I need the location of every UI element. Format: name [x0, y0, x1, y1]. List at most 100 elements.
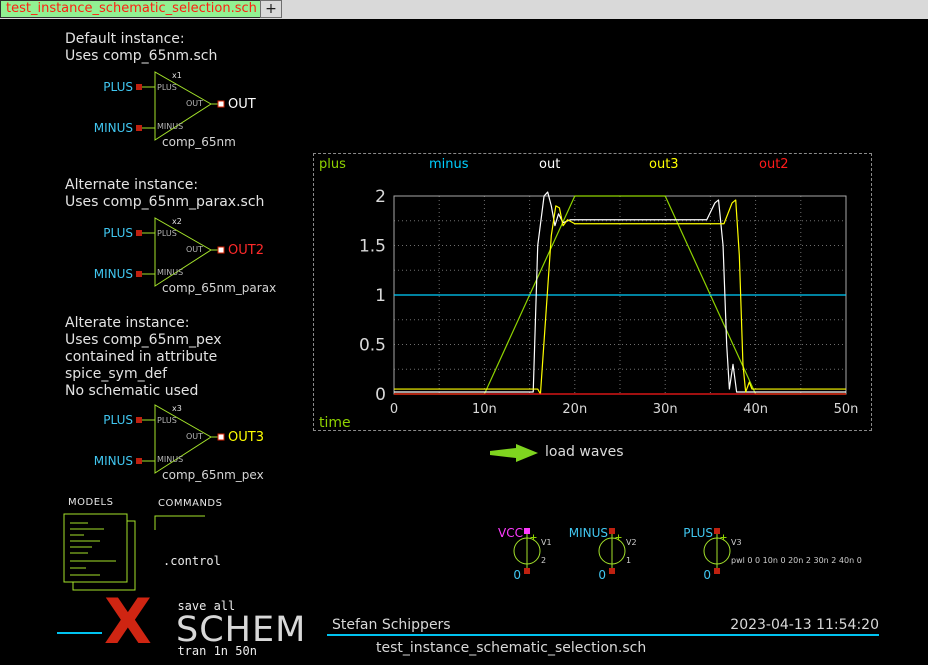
cell-name: comp_65nm: [162, 135, 236, 149]
source-designator: V1: [541, 538, 552, 547]
commands-launcher[interactable]: COMMANDS .control save all tran 1n 50n w…: [150, 496, 510, 601]
net-label-plus: PLUS: [88, 80, 133, 94]
comparator-symbol-x2[interactable]: PLUS MINUS x2 PLUS MINUS OUT OUT2 comp_6…: [100, 211, 290, 301]
gnd-net-label: 0: [699, 568, 711, 582]
source-designator: V3: [731, 538, 742, 547]
top-pin-square: [714, 528, 720, 534]
pin-name-minus: MINUS: [157, 122, 183, 131]
waveform-graph[interactable]: 0 0.5 1 1.5 2 0 10n 20n 30n 40n 50n time plus minus o…: [313, 153, 872, 431]
pin-name-out: OUT: [183, 245, 203, 254]
gnd-net-label: 0: [594, 568, 606, 582]
vsource-v3[interactable]: PLUS V3 pwl 0 0 10n 0 20n 2 30n 2 40n 0 …: [665, 525, 928, 583]
source-designator: V2: [626, 538, 637, 547]
net-label-minus: MINUS: [88, 454, 133, 468]
note-line: Uses comp_65nm.sch: [65, 48, 217, 65]
load-waves-launcher[interactable]: load waves: [488, 440, 708, 466]
bottom-pin-square: [609, 568, 615, 574]
svg-text:20n: 20n: [562, 402, 587, 417]
pin-name-minus: MINUS: [157, 455, 183, 464]
source-value: pwl 0 0 10n 0 20n 2 30n 2 40n 0: [731, 556, 862, 565]
xschem-window: test_instance_schematic_selection.sch + …: [0, 0, 928, 665]
legend-plus: plus: [319, 157, 346, 172]
titleblock-underline: [327, 634, 879, 636]
top-pin-square: [609, 528, 615, 534]
svg-text:2: 2: [375, 187, 386, 207]
tab-schematic[interactable]: test_instance_schematic_selection.sch: [0, 0, 263, 18]
source-value: 2: [541, 556, 546, 565]
cell-name: comp_65nm_parax: [162, 281, 276, 295]
gnd-net-label: 0: [509, 568, 521, 582]
xschem-logo-text: SCHEM: [176, 612, 306, 648]
x-axis-label: time: [319, 415, 351, 430]
note-line: Uses comp_65nm_pex: [65, 332, 222, 349]
svg-text:0: 0: [390, 402, 398, 417]
source-net-label: PLUS: [667, 526, 713, 540]
arrow-right-icon: [488, 442, 540, 466]
pin-name-out: OUT: [183, 432, 203, 441]
note-line: contained in attribute: [65, 349, 222, 366]
instance-note-2[interactable]: Alternate instance: Uses comp_65nm_parax…: [65, 177, 264, 211]
instance-designator: x2: [172, 217, 182, 226]
pin-name-out: OUT: [183, 99, 203, 108]
net-label-out: OUT2: [228, 243, 264, 258]
waveform-plot: 0 0.5 1 1.5 2 0 10n 20n 30n 40n 50n time: [314, 154, 871, 430]
cell-name: comp_65nm_pex: [162, 468, 264, 482]
pin-name-plus: PLUS: [157, 229, 177, 238]
plus-pin-square: [136, 417, 142, 423]
svg-text:10n: 10n: [472, 402, 497, 417]
legend-out: out: [539, 157, 560, 172]
top-pin-square: [524, 528, 530, 534]
svg-text:50n: 50n: [834, 402, 859, 417]
pin-name-plus: PLUS: [157, 416, 177, 425]
net-label-out: OUT: [228, 97, 256, 112]
code-line: .control: [163, 554, 488, 569]
instance-designator: x3: [172, 404, 182, 413]
source-value: 1: [626, 556, 631, 565]
plus-pin-square: [136, 84, 142, 90]
comparator-symbol-x3[interactable]: PLUS MINUS x3 PLUS MINUS OUT OUT3 comp_6…: [100, 398, 290, 488]
minus-pin-square: [136, 271, 142, 277]
timestamp: 2023-04-13 11:54:20: [690, 617, 879, 633]
load-waves-label: load waves: [545, 444, 624, 460]
schematic-filename: test_instance_schematic_selection.sch: [376, 640, 646, 656]
author-name: Stefan Schippers: [332, 617, 451, 633]
source-net-label: MINUS: [562, 526, 608, 540]
out-pin-square: [218, 434, 224, 440]
pin-name-minus: MINUS: [157, 268, 183, 277]
titleblock-line: [57, 632, 102, 634]
svg-text:1.5: 1.5: [359, 237, 386, 257]
legend-out3: out3: [649, 157, 679, 172]
models-label: MODELS: [68, 497, 113, 508]
bottom-pin-square: [524, 568, 530, 574]
note-line: Alterate instance:: [65, 315, 222, 332]
legend-minus: minus: [429, 157, 469, 172]
instance-note-3[interactable]: Alterate instance: Uses comp_65nm_pex co…: [65, 315, 222, 400]
comparator-symbol-x1[interactable]: PLUS MINUS x1 PLUS MINUS OUT OUT comp_65…: [100, 65, 290, 155]
graph-legend: plus minus out out3 out2: [314, 154, 871, 174]
svg-text:0: 0: [375, 385, 386, 405]
svg-text:1: 1: [375, 286, 386, 306]
minus-pin-square: [136, 458, 142, 464]
note-line: Default instance:: [65, 31, 217, 48]
plus-pin-square: [136, 230, 142, 236]
note-line: Uses comp_65nm_parax.sch: [65, 194, 264, 211]
net-label-plus: PLUS: [88, 226, 133, 240]
vsource-v2[interactable]: MINUS V2 1 0: [560, 525, 680, 583]
svg-text:30n: 30n: [653, 402, 678, 417]
net-label-plus: PLUS: [88, 413, 133, 427]
note-line: Alternate instance:: [65, 177, 264, 194]
svg-text:40n: 40n: [743, 402, 768, 417]
net-label-minus: MINUS: [88, 267, 133, 281]
xschem-logo-x: X: [104, 592, 152, 652]
minus-pin-square: [136, 125, 142, 131]
new-tab-button[interactable]: +: [260, 0, 282, 18]
tab-bar: test_instance_schematic_selection.sch +: [0, 0, 928, 19]
pin-name-plus: PLUS: [157, 83, 177, 92]
out-pin-square: [218, 247, 224, 253]
instance-designator: x1: [172, 71, 182, 80]
legend-out2: out2: [759, 157, 789, 172]
note-line: spice_sym_def: [65, 366, 222, 383]
svg-text:0.5: 0.5: [359, 336, 386, 356]
bottom-pin-square: [714, 568, 720, 574]
instance-note-1[interactable]: Default instance: Uses comp_65nm.sch: [65, 31, 217, 65]
